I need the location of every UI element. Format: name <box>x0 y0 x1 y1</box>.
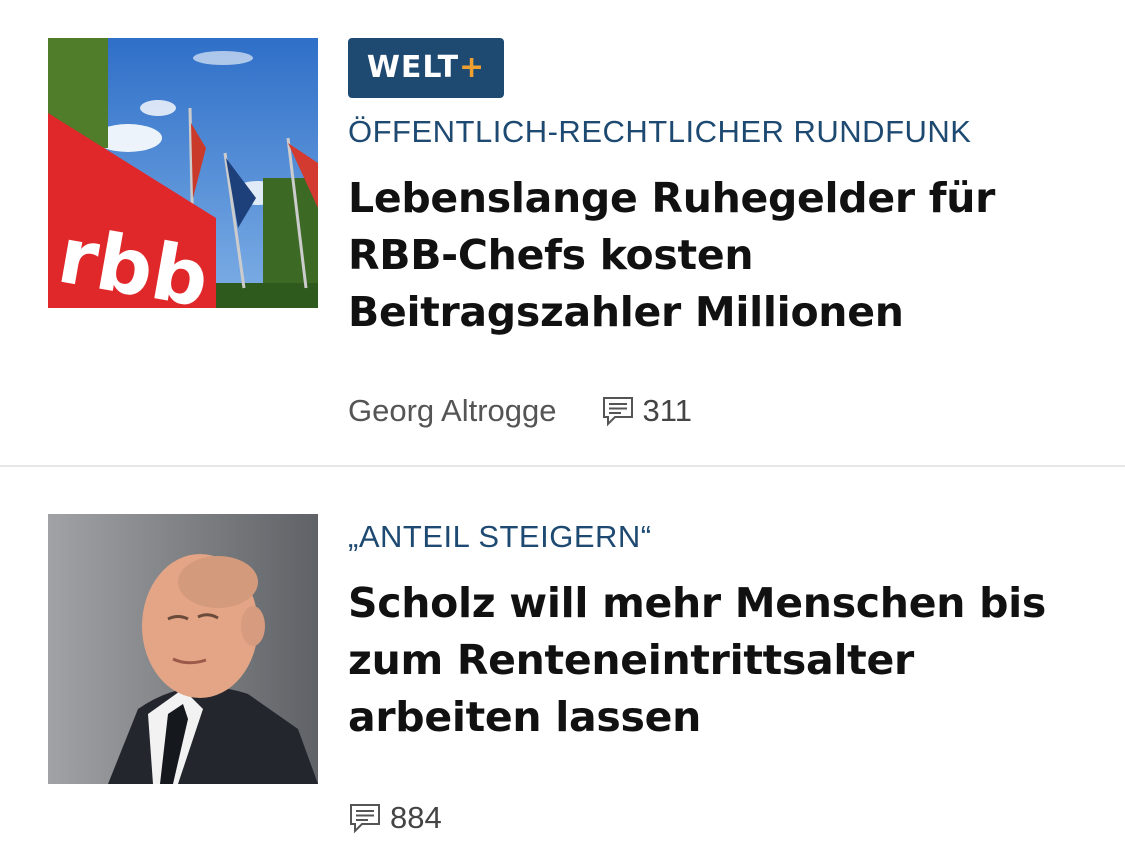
comment-link[interactable]: 311 <box>601 393 692 429</box>
comment-count: 311 <box>642 393 692 428</box>
article-card-2[interactable]: „ANTEIL STEIGERN“ Scholz will mehr Mensc… <box>0 465 1125 858</box>
article-card-1[interactable]: rbb WELT+ ÖFFENTLICH-RECHTLICHER RUNDFUN… <box>0 0 1125 465</box>
badge-plus: + <box>459 50 486 85</box>
article-headline[interactable]: Scholz will mehr Menschen bis zum Renten… <box>348 575 1085 746</box>
scholz-photo <box>48 514 318 784</box>
speech-bubble-icon <box>602 397 633 427</box>
article-kicker: „ANTEIL STEIGERN“ <box>348 519 652 554</box>
article-author[interactable]: Georg Altrogge <box>348 393 557 429</box>
article-kicker: ÖFFENTLICH-RECHTLICHER RUNDFUNK <box>348 114 972 149</box>
rbb-photo: rbb <box>48 38 318 308</box>
speech-bubble-icon <box>350 804 380 834</box>
article-thumbnail[interactable]: rbb <box>48 38 318 308</box>
badge-label: WELT <box>366 50 460 85</box>
comment-count: 884 <box>390 800 442 835</box>
article-meta: 884 <box>348 800 442 836</box>
article-thumbnail[interactable] <box>48 514 318 784</box>
comment-link[interactable]: 884 <box>348 800 442 836</box>
article-headline[interactable]: Lebenslange Ruhegelder für RBB-Chefs kos… <box>348 170 1085 341</box>
welt-plus-badge: WELT+ <box>348 38 504 98</box>
article-meta: Georg Altrogge 311 <box>348 393 692 429</box>
